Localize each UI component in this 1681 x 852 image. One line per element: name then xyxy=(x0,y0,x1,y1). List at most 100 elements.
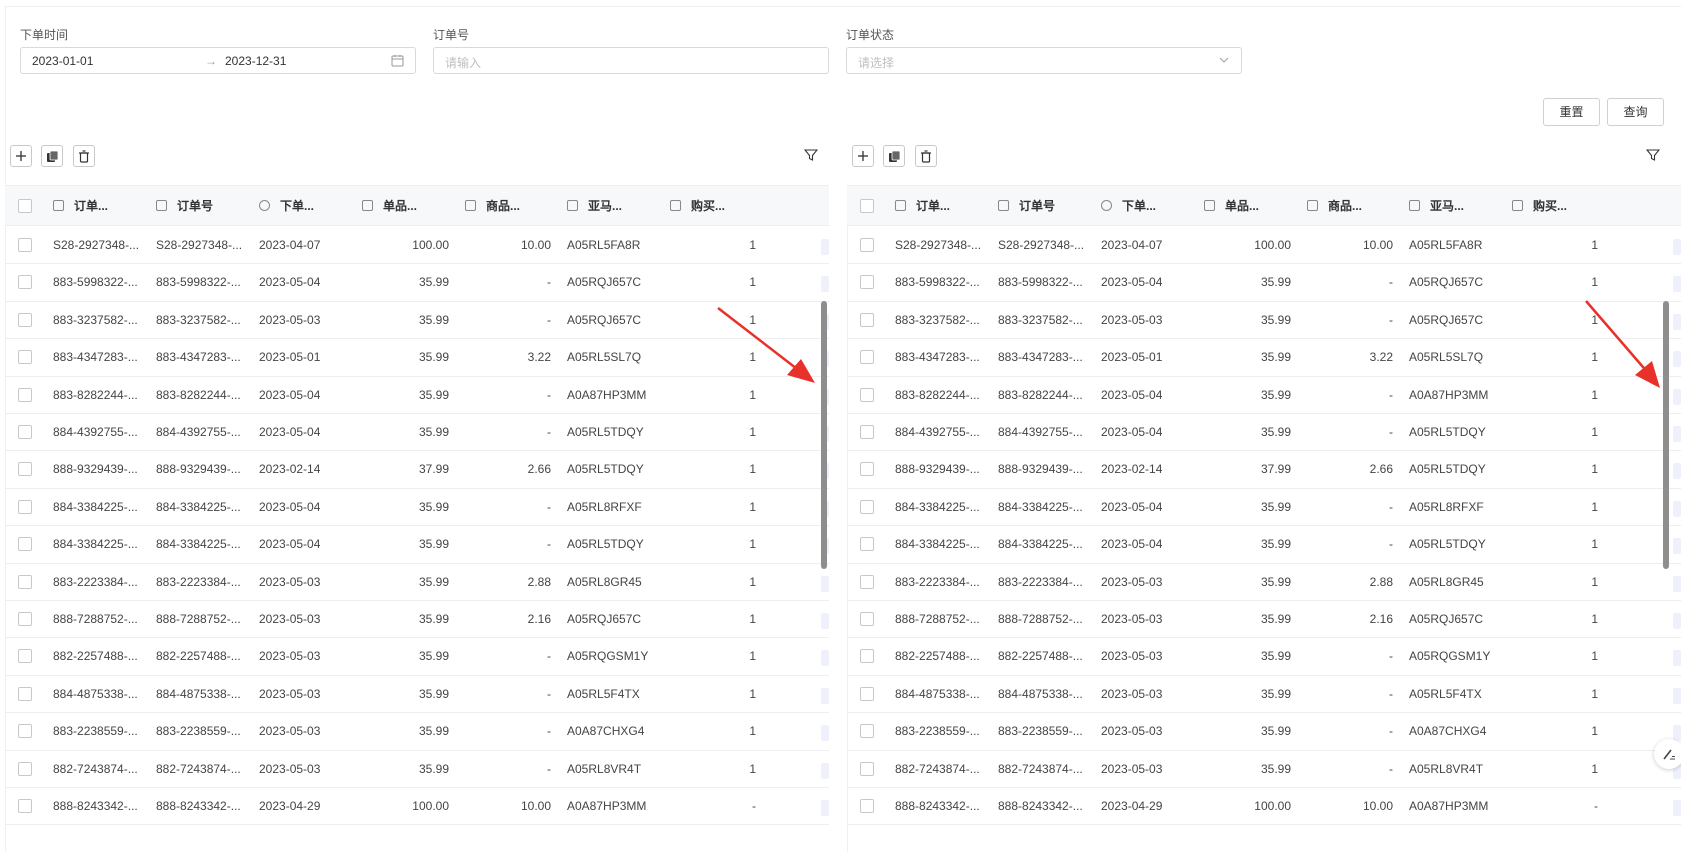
row-checkbox[interactable] xyxy=(860,649,874,664)
row-checkbox[interactable] xyxy=(860,462,874,477)
copy-button[interactable] xyxy=(41,145,63,167)
end-date-value[interactable]: 2023-12-31 xyxy=(225,54,286,68)
table-row[interactable]: 883-5998322-... 883-5998322-... 2023-05-04… xyxy=(847,264,1681,302)
column-header-6[interactable]: 购买... xyxy=(670,186,725,227)
row-checkbox[interactable] xyxy=(18,761,32,776)
table-row[interactable]: 884-3384225-... 884-3384225-... 2023-05-04… xyxy=(847,489,1681,527)
row-checkbox[interactable] xyxy=(860,275,874,290)
table-row[interactable]: 883-2223384-... 883-2223384-... 2023-05-03… xyxy=(847,564,1681,601)
row-checkbox[interactable] xyxy=(860,537,874,552)
table-row[interactable]: 883-4347283-... 883-4347283-... 2023-05-01… xyxy=(847,339,1681,377)
column-header-6[interactable]: 购买... xyxy=(1512,186,1567,227)
column-header-5[interactable]: 亚马... xyxy=(1409,186,1464,227)
table-row[interactable]: 883-2223384-... 883-2223384-... 2023-05-03… xyxy=(5,564,829,601)
table-row[interactable]: 883-8282244-... 883-8282244-... 2023-05-04… xyxy=(5,377,829,414)
row-checkbox[interactable] xyxy=(18,574,32,589)
table-row[interactable]: 883-2238559-... 883-2238559-... 2023-05-03… xyxy=(5,713,829,751)
row-checkbox[interactable] xyxy=(18,537,32,552)
table-row[interactable]: 888-9329439-... 888-9329439-... 2023-02-14… xyxy=(5,451,829,489)
row-checkbox[interactable] xyxy=(860,574,874,589)
row-checkbox[interactable] xyxy=(860,312,874,327)
row-checkbox[interactable] xyxy=(18,499,32,514)
table-row[interactable]: 888-7288752-... 888-7288752-... 2023-05-03… xyxy=(5,601,829,639)
row-checkbox[interactable] xyxy=(18,275,32,290)
row-checkbox[interactable] xyxy=(860,499,874,514)
start-date-value[interactable]: 2023-01-01 xyxy=(32,54,93,68)
row-checkbox[interactable] xyxy=(18,238,32,252)
order-no-input[interactable]: 请输入 xyxy=(433,47,829,74)
row-checkbox[interactable] xyxy=(860,425,874,439)
table-row[interactable]: 888-9329439-... 888-9329439-... 2023-02-14… xyxy=(847,451,1681,489)
column-header-1[interactable]: 订单号 xyxy=(156,186,213,227)
table-row[interactable]: 883-2238559-... 883-2238559-... 2023-05-03… xyxy=(847,713,1681,751)
table-row[interactable]: 884-4392755-... 884-4392755-... 2023-05-04… xyxy=(847,414,1681,452)
table-row[interactable]: 888-8243342-... 888-8243342-... 2023-04-29… xyxy=(5,788,829,826)
column-type-icon xyxy=(465,200,476,212)
table-row[interactable]: 882-2257488-... 882-2257488-... 2023-05-03… xyxy=(5,638,829,676)
row-checkbox[interactable] xyxy=(860,387,874,402)
table-row[interactable]: 888-8243342-... 888-8243342-... 2023-04-29… xyxy=(847,788,1681,826)
row-checkbox[interactable] xyxy=(18,649,32,664)
table-row[interactable]: S28-2927348-... S28-2927348-... 2023-04-07… xyxy=(847,227,1681,265)
table-row[interactable]: 884-4392755-... 884-4392755-... 2023-05-04… xyxy=(5,414,829,452)
row-checkbox[interactable] xyxy=(18,724,32,739)
table-row[interactable]: 884-3384225-... 884-3384225-... 2023-05-04… xyxy=(5,526,829,564)
edit-float-button[interactable] xyxy=(1654,739,1681,769)
column-header-2[interactable]: 下单... xyxy=(1101,186,1156,227)
delete-button[interactable] xyxy=(73,145,95,167)
column-header-4[interactable]: 商品... xyxy=(1307,186,1362,227)
table-row[interactable]: 884-3384225-... 884-3384225-... 2023-05-04… xyxy=(5,489,829,527)
table-cell: A0A87HP3MM xyxy=(567,387,647,402)
row-checkbox[interactable] xyxy=(18,612,32,626)
table-row[interactable]: 884-3384225-... 884-3384225-... 2023-05-04… xyxy=(847,526,1681,564)
add-button-right[interactable] xyxy=(852,145,874,167)
table-row[interactable]: 883-4347283-... 883-4347283-... 2023-05-01… xyxy=(5,339,829,377)
query-button[interactable]: 查询 xyxy=(1607,98,1664,126)
table-row[interactable]: 884-4875338-... 884-4875338-... 2023-05-03… xyxy=(5,676,829,714)
row-checkbox[interactable] xyxy=(18,462,32,477)
row-checkbox[interactable] xyxy=(860,761,874,776)
table-row[interactable]: 883-3237582-... 883-3237582-... 2023-05-03… xyxy=(847,302,1681,340)
column-header-0[interactable]: 订单... xyxy=(895,186,950,227)
add-button[interactable] xyxy=(10,145,32,167)
calendar-icon[interactable] xyxy=(391,54,404,67)
copy-button-right[interactable] xyxy=(883,145,905,167)
row-checkbox[interactable] xyxy=(18,350,32,365)
table-cell: 1 xyxy=(1591,612,1598,626)
row-checkbox[interactable] xyxy=(860,686,874,701)
table-row[interactable]: S28-2927348-... S28-2927348-... 2023-04-07… xyxy=(5,227,829,265)
table-row[interactable]: 882-7243874-... 882-7243874-... 2023-05-03… xyxy=(847,751,1681,788)
row-checkbox[interactable] xyxy=(860,350,874,365)
column-header-4[interactable]: 商品... xyxy=(465,186,520,227)
filter-icon[interactable] xyxy=(1646,148,1660,162)
row-checkbox[interactable] xyxy=(860,799,874,813)
column-header-3[interactable]: 单品... xyxy=(362,186,417,227)
row-checkbox[interactable] xyxy=(18,799,32,813)
column-header-0[interactable]: 订单... xyxy=(53,186,108,227)
reset-button[interactable]: 重置 xyxy=(1543,98,1600,126)
table-row[interactable]: 884-4875338-... 884-4875338-... 2023-05-03… xyxy=(847,676,1681,714)
select-all-checkbox[interactable] xyxy=(18,199,32,213)
table-row[interactable]: 883-3237582-... 883-3237582-... 2023-05-03… xyxy=(5,302,829,340)
row-checkbox[interactable] xyxy=(18,387,32,402)
order-status-select[interactable]: 请选择 xyxy=(846,47,1242,74)
select-all-checkbox[interactable] xyxy=(860,199,874,213)
row-checkbox[interactable] xyxy=(860,238,874,252)
row-checkbox[interactable] xyxy=(18,686,32,701)
table-row[interactable]: 888-7288752-... 888-7288752-... 2023-05-03… xyxy=(847,601,1681,639)
row-checkbox[interactable] xyxy=(18,312,32,327)
row-checkbox[interactable] xyxy=(860,612,874,626)
column-header-5[interactable]: 亚马... xyxy=(567,186,622,227)
row-checkbox[interactable] xyxy=(18,425,32,439)
column-header-1[interactable]: 订单号 xyxy=(998,186,1055,227)
table-row[interactable]: 882-7243874-... 882-7243874-... 2023-05-03… xyxy=(5,751,829,788)
row-checkbox[interactable] xyxy=(860,724,874,739)
column-header-2[interactable]: 下单... xyxy=(259,186,314,227)
date-range-picker[interactable]: 2023-01-01 → 2023-12-31 xyxy=(20,47,416,74)
column-header-3[interactable]: 单品... xyxy=(1204,186,1259,227)
table-row[interactable]: 882-2257488-... 882-2257488-... 2023-05-03… xyxy=(847,638,1681,676)
table-row[interactable]: 883-5998322-... 883-5998322-... 2023-05-04… xyxy=(5,264,829,302)
filter-icon[interactable] xyxy=(804,148,818,162)
table-row[interactable]: 883-8282244-... 883-8282244-... 2023-05-04… xyxy=(847,377,1681,414)
delete-button-right[interactable] xyxy=(915,145,937,167)
